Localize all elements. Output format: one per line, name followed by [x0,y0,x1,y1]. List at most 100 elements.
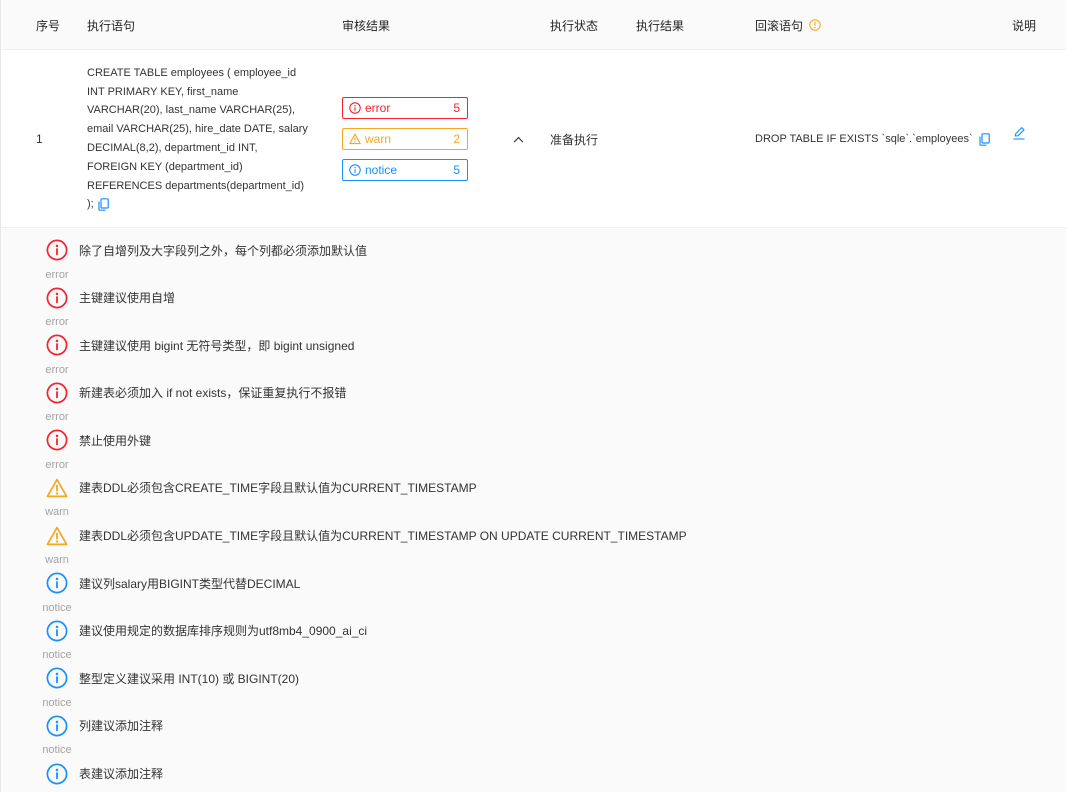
error-icon [46,239,68,261]
copy-icon[interactable] [98,198,109,212]
audit-detail-message: 主键建议使用 bigint 无符号类型，即 bigint unsigned [79,338,355,353]
audit-detail-message: 主键建议使用自增 [79,291,176,306]
audit-detail-item: 禁止使用外键 error [0,429,1066,477]
column-header-index: 序号 [36,18,61,33]
sql-statement: CREATE TABLE employees ( employee_id INT… [87,50,337,228]
audit-detail-row: 建表DDL必须包含UPDATE_TIME字段且默认值为CURRENT_TIMES… [46,525,687,547]
audit-detail-level: error [45,363,69,376]
audit-detail-message: 建议列salary用BIGINT类型代替DECIMAL [79,576,301,591]
audit-detail-item: 除了自增列及大字段列之外，每个列都必须添加默认值 error [0,239,1066,287]
audit-badge-warn: warn 2 [342,128,468,150]
badge-left: notice [349,163,397,177]
notice-icon [349,164,361,176]
audit-detail-item: 建议列salary用BIGINT类型代替DECIMAL notice [0,572,1066,620]
sql-line: FOREIGN KEY (department_id) [87,160,243,173]
audit-detail-row: 主键建议使用自增 [46,287,175,309]
audit-detail-row: 建议使用规定的数据库排序规则为utf8mb4_0900_ai_ci [46,620,367,642]
audit-detail-list: 除了自增列及大字段列之外，每个列都必须添加默认值 error 主键建议使用自增 err… [0,239,1066,785]
copy-icon[interactable] [979,132,990,146]
audit-detail-item: 主键建议使用 bigint 无符号类型，即 bigint unsigned err… [0,334,1066,382]
chevron-up-icon[interactable] [513,136,524,143]
warning-icon [46,525,68,547]
warning-icon [46,477,68,499]
audit-detail-message: 表建议添加注释 [79,767,164,782]
edit-icon[interactable] [1012,126,1026,140]
audit-detail-level: notice [42,744,72,757]
audit-detail-message: 除了自增列及大字段列之外，每个列都必须添加默认值 [79,243,368,258]
notice-icon [46,620,68,642]
audit-detail-row: 整型定义建议采用 INT(10) 或 BIGINT(20) [46,667,299,689]
audit-detail-level: warn [45,554,69,567]
exec-status: 准备执行 [550,132,599,147]
table-row: 1 CREATE TABLE employees ( employee_id I… [0,50,1066,228]
sql-line: ); [87,198,94,211]
audit-detail-row: 建议列salary用BIGINT类型代替DECIMAL [46,572,300,594]
badge-count: 5 [453,163,460,177]
warning-icon [349,133,361,145]
error-icon [46,287,68,309]
collapse-row-button[interactable] [511,50,525,228]
notice-icon [46,667,68,689]
badge-left: warn [349,132,391,146]
column-header-audit-result: 审核结果 [342,18,391,33]
badge-label: warn [365,132,392,146]
column-header-sql: 执行语句 [87,18,136,33]
notice-icon [46,763,68,785]
sql-line: VARCHAR(20), last_name VARCHAR(25), [87,104,296,117]
audit-detail-item: 主键建议使用自增 error [0,287,1066,335]
audit-detail-panel: 除了自增列及大字段列之外，每个列都必须添加默认值 error 主键建议使用自增 err… [0,228,1066,792]
column-header-rollback: 回滚语句 [755,0,821,50]
error-icon [46,334,68,356]
sql-line: CREATE TABLE employees ( employee_id [87,66,297,79]
audit-badge-notice: notice 5 [342,159,468,181]
column-header-description: 说明 [1012,18,1037,33]
audit-detail-level: error [45,268,69,281]
audit-detail-row: 列建议添加注释 [46,715,163,737]
audit-detail-item: 列建议添加注释 notice [0,715,1066,763]
error-icon [46,382,68,404]
audit-detail-level: notice [42,649,72,662]
table-header: 序号 执行语句 审核结果 执行状态 执行结果 回滚语句 说明 [0,0,1066,50]
column-header-exec-result: 执行结果 [636,18,685,33]
notice-icon [46,715,68,737]
audit-detail-row: 建表DDL必须包含CREATE_TIME字段且默认值为CURRENT_TIMES… [46,477,477,499]
audit-detail-level: notice [42,696,72,709]
audit-result-view: 序号 执行语句 审核结果 执行状态 执行结果 回滚语句 说明 1 CREATE … [0,0,1080,792]
audit-detail-item: 建议使用规定的数据库排序规则为utf8mb4_0900_ai_cinotice [0,620,1066,668]
sql-last-line: ); [87,195,109,214]
audit-detail-row: 新建表必须加入 if not exists，保证重复执行不报错 [46,382,346,404]
sql-line: email VARCHAR(25), hire_date DATE, salar… [87,123,308,136]
sql-line: INT PRIMARY KEY, first_name [87,85,239,98]
audit-badge-error: error 5 [342,97,468,119]
audit-detail-item: 表建议添加注释 [0,763,1066,785]
badge-label: error [365,101,391,115]
notice-icon [46,572,68,594]
audit-detail-item: 建表DDL必须包含UPDATE_TIME字段且默认值为CURRENT_TIMES… [0,525,1066,573]
audit-detail-item: 整型定义建议采用 INT(10) 或 BIGINT(20) notice [0,667,1066,715]
audit-detail-message: 建表DDL必须包含UPDATE_TIME字段且默认值为CURRENT_TIMES… [79,529,687,544]
audit-detail-row: 表建议添加注释 [46,763,163,785]
column-header-exec-status: 执行状态 [550,18,599,33]
badge-label: notice [365,163,398,177]
audit-detail-row: 禁止使用外键 [46,429,151,451]
table-left-border [0,0,1,792]
audit-detail-row: 除了自增列及大字段列之外，每个列都必须添加默认值 [46,239,367,261]
column-header-rollback-label: 回滚语句 [755,18,804,33]
sql-line: REFERENCES departments(department_id) [87,179,305,192]
rollback-sql-text: DROP TABLE IF EXISTS `sqle`.`employees` [755,133,973,145]
info-circle-icon[interactable] [809,19,821,31]
audit-detail-level: error [45,411,69,424]
audit-detail-message: 列建议添加注释 [79,719,164,734]
audit-detail-level: warn [45,506,69,519]
audit-detail-message: 禁止使用外键 [79,433,152,448]
audit-detail-level: error [45,458,69,471]
error-icon [349,102,361,114]
rollback-sql: DROP TABLE IF EXISTS `sqle`.`employees` [755,50,990,228]
audit-detail-level: notice [42,601,72,614]
audit-detail-message: 整型定义建议采用 INT(10) 或 BIGINT(20) [79,671,300,686]
audit-result-badges: error 5 warn 2 notice 5 [342,50,468,228]
audit-detail-item: 建表DDL必须包含CREATE_TIME字段且默认值为CURRENT_TIMES… [0,477,1066,525]
audit-detail-message: 建表DDL必须包含CREATE_TIME字段且默认值为CURRENT_TIMES… [79,481,477,496]
badge-left: error [349,101,390,115]
error-icon [46,429,68,451]
